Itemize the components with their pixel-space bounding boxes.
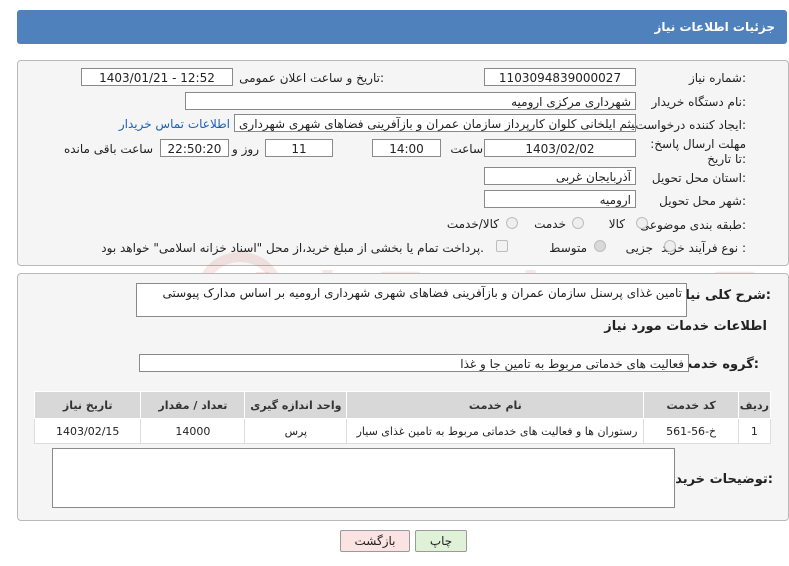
cell-service-name: رستوران ها و فعالیت های خدماتی مربوط به … (346, 418, 645, 444)
creator-field: میثم ایلخانی کلوان کارپرداز سازمان عمران… (234, 114, 636, 132)
announce-field: 1403/01/21 - 12:52 (81, 68, 233, 86)
need-number-label: شماره نیاز: (688, 71, 746, 85)
province-label: استان محل تحویل: (651, 171, 746, 185)
col-row: ردیف (737, 391, 772, 419)
treasury-payment-note: پرداخت تمام یا بخشی از مبلغ خرید،از محل … (101, 241, 484, 255)
page-title: جزئیات اطلاعات نیاز (654, 20, 775, 34)
announce-label: تاریخ و ساعت اعلان عمومی: (239, 71, 384, 85)
cell-quantity: 14000 (140, 418, 246, 444)
col-service-code: کد خدمت (643, 391, 739, 419)
need-number-field: 1103094839000027 (484, 68, 636, 86)
deadline-date-field: 1403/02/02 (484, 139, 636, 157)
category-service-label: خدمت (534, 217, 566, 231)
category-goods-radio[interactable] (636, 217, 648, 229)
table-row: 1 خ-56-561 رستوران ها و فعالیت های خدمات… (33, 418, 772, 444)
cell-service-code: خ-56-561 (643, 418, 739, 444)
deadline-time-field: 14:00 (372, 139, 441, 157)
remaining-label: ساعت باقی مانده (63, 142, 153, 156)
col-unit: واحد اندازه گیری (244, 391, 348, 419)
services-section-title: اطلاعات خدمات مورد نیاز (604, 319, 767, 334)
remaining-time-field: 22:50:20 (160, 139, 229, 157)
city-label: شهر محل تحویل: (659, 194, 746, 208)
description-label: شرح کلی نیاز: (677, 288, 771, 303)
cell-unit: پرس (244, 418, 348, 444)
treasury-payment-checkbox[interactable] (496, 240, 508, 252)
print-button[interactable]: چاپ (415, 530, 467, 552)
creator-label: ایجاد کننده درخواست: (635, 118, 746, 132)
purchase-medium-label: متوسط (549, 241, 587, 255)
page-header: جزئیات اطلاعات نیاز (17, 10, 787, 44)
contact-info-link[interactable]: اطلاعات تماس خریدار (119, 117, 230, 131)
col-quantity: تعداد / مقدار (140, 391, 246, 419)
purchase-minor-label: جزیی (625, 241, 653, 255)
buyer-notes-field (52, 448, 675, 508)
buyer-org-field: شهرداری مرکزی ارومیه (185, 92, 636, 110)
category-goods-service-label: کالا/خدمت (446, 217, 499, 231)
category-goods-service-radio[interactable] (506, 217, 518, 229)
category-service-radio[interactable] (572, 217, 584, 229)
days-field: 11 (265, 139, 333, 157)
deadline-label: مهلت ارسال پاسخ: تا تاریخ: (650, 137, 746, 166)
category-goods-label: کالا (608, 217, 625, 231)
service-group-field: فعالیت های خدماتی مربوط به تامین جا و غذ… (139, 354, 689, 372)
city-field: ارومیه (484, 190, 636, 208)
col-service-name: نام خدمت (346, 391, 645, 419)
purchase-minor-radio[interactable] (664, 240, 676, 252)
category-label: طبقه بندی موضوعی: (639, 218, 746, 232)
description-field: تامین غذای پرسنل سازمان عمران و بازآفرین… (136, 283, 687, 317)
province-field: آذربایجان غربی (484, 167, 636, 185)
col-need-date: تاریخ نیاز (33, 391, 142, 419)
days-label: روز و (232, 142, 259, 156)
back-button[interactable]: بازگشت (340, 530, 410, 552)
services-table-header: ردیف کد خدمت نام خدمت واحد اندازه گیری ت… (33, 391, 772, 419)
buyer-org-label: نام دستگاه خریدار: (651, 95, 747, 109)
buyer-notes-label: توضیحات خریدار: (663, 472, 773, 487)
cell-need-date: 1403/02/15 (33, 418, 142, 444)
deadline-time-label: ساعت (450, 142, 483, 156)
purchase-medium-radio[interactable] (594, 240, 606, 252)
service-group-label: گروه خدمت: (679, 357, 759, 372)
services-table: ردیف کد خدمت نام خدمت واحد اندازه گیری ت… (33, 391, 772, 444)
cell-row: 1 (737, 418, 772, 444)
